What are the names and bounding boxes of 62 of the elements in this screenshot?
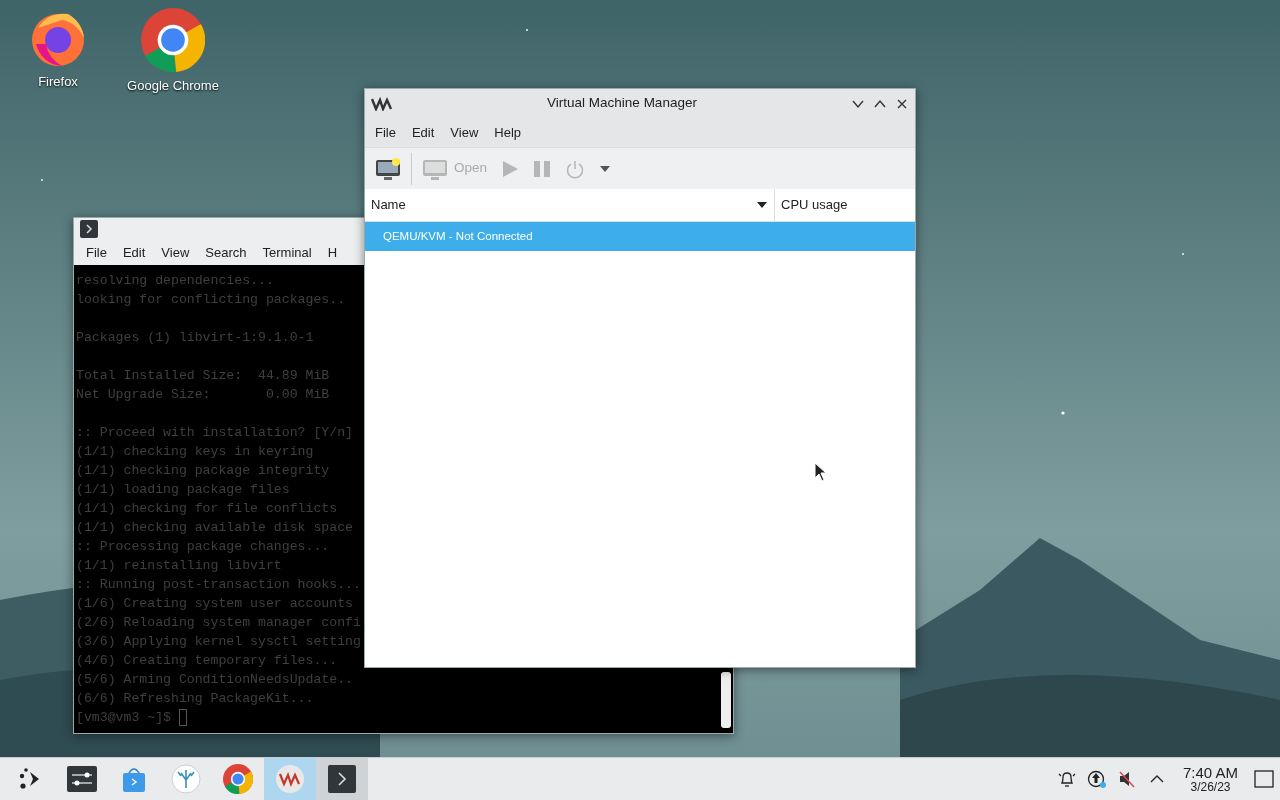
terminal-line: (1/1) reinstalling libvirt xyxy=(76,558,282,573)
terminal-line: Net Upgrade Size: 0.00 MiB xyxy=(76,387,330,402)
menu-item[interactable]: H xyxy=(319,241,346,265)
terminal-line: (1/1) checking package integrity xyxy=(76,463,330,478)
power-icon xyxy=(565,158,586,179)
app-logo-icon xyxy=(275,764,305,794)
terminal-line: :: Processing package changes... xyxy=(76,539,330,554)
terminal-line: (1/1) checking available disk space xyxy=(76,520,353,535)
terminal-prompt: [vm3@vm3 ~]$ xyxy=(76,710,171,725)
mouse-pointer-icon xyxy=(814,462,828,482)
terminal-line: (4/6) Creating temporary files... xyxy=(76,653,338,668)
terminal-line: (2/6) Reloading system manager confi xyxy=(76,615,361,630)
terminal-line: Packages (1) libvirt-1:9.1.0-1 xyxy=(76,330,314,345)
desktop-icon-label[interactable]: Google Chrome xyxy=(127,76,219,96)
menu-item[interactable]: View xyxy=(153,241,198,265)
terminal-line: (5/6) Arming ConditionNeedsUpdate.. xyxy=(76,672,353,687)
terminal-line: resolving dependencies... xyxy=(76,273,274,288)
sliders-icon xyxy=(67,766,97,792)
new-vm-icon xyxy=(375,156,401,181)
terminal-line: (1/1) checking keys in keyring xyxy=(76,444,314,459)
menu-item[interactable]: File xyxy=(78,241,115,265)
menu-item[interactable]: Edit xyxy=(114,241,154,265)
window-title: Virtual Machine Manager xyxy=(546,94,698,113)
pause-icon xyxy=(533,159,552,178)
menu-item[interactable]: View xyxy=(442,120,487,145)
menu-item[interactable]: File xyxy=(367,120,404,145)
menu-item[interactable]: Terminal xyxy=(254,241,320,265)
sort-icon[interactable] xyxy=(756,201,768,209)
clock[interactable]: 7:40 AM 3/26/23 xyxy=(1174,764,1246,794)
chrome-icon xyxy=(223,764,253,794)
terminal-line: (1/6) Creating system user accounts xyxy=(76,596,353,611)
column-header[interactable]: Name xyxy=(371,195,756,215)
terminal-line: Total Installed Size: 44.89 MiB xyxy=(76,368,330,383)
caret-icon xyxy=(599,164,612,173)
text-cursor xyxy=(178,709,187,726)
menu-item[interactable]: Edit xyxy=(403,120,443,145)
terminal-line: (3/6) Applying kernel sysctl setting xyxy=(76,634,361,649)
terminal-icon xyxy=(328,765,356,793)
update-icon[interactable] xyxy=(1086,769,1107,789)
shopping-bag-icon xyxy=(121,765,147,793)
bell-icon[interactable] xyxy=(1056,769,1077,789)
taskbar-item[interactable] xyxy=(316,757,368,800)
menu-item[interactable]: Search xyxy=(197,241,255,265)
desktop-icon-label[interactable]: Firefox xyxy=(38,72,78,92)
terminal-line: (6/6) Refreshing PackageKit... xyxy=(76,691,314,706)
terminal-line: (1/1) loading package files xyxy=(76,482,290,497)
terminal-line: :: Running post-transaction hooks... xyxy=(76,577,361,592)
coral-icon xyxy=(171,764,201,794)
play-icon xyxy=(501,159,520,178)
app-logo-icon xyxy=(371,96,393,111)
terminal-icon xyxy=(80,220,98,239)
clock-time: 7:40 AM xyxy=(1182,764,1238,781)
scrollbar[interactable] xyxy=(721,672,731,728)
terminal-line: (1/1) checking for file conflicts xyxy=(76,501,338,516)
column-header[interactable]: CPU usage xyxy=(781,195,848,215)
speaker-muted-icon[interactable] xyxy=(1116,769,1137,789)
chrome-icon[interactable] xyxy=(141,8,205,72)
menu-item[interactable]: Help xyxy=(486,120,530,145)
terminal-line: :: Proceed with installation? [Y/n] xyxy=(76,425,353,440)
terminal-line: looking for conflicting packages.. xyxy=(76,292,346,307)
show-desktop-icon[interactable] xyxy=(1252,767,1276,791)
clock-date: 3/26/23 xyxy=(1190,780,1231,794)
